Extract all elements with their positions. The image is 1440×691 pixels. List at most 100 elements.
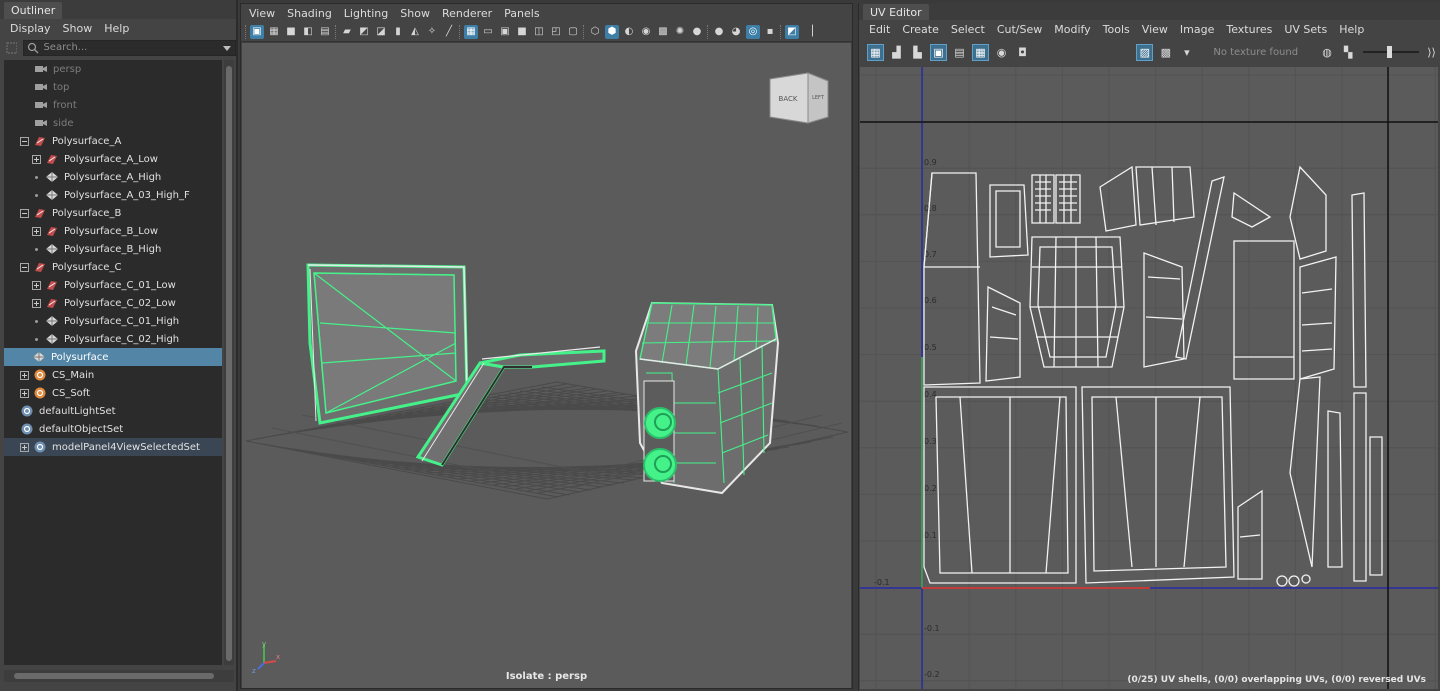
image-icon[interactable]: ▚ [1340,44,1357,61]
menu-cut-sew[interactable]: Cut/Sew [991,23,1048,36]
outliner-item[interactable]: Polysurface_C [4,258,222,276]
select-camera-icon[interactable]: ▣ [250,24,264,39]
menu-show[interactable]: Show [394,7,436,20]
outliner-item[interactable]: Polysurface_A_03_High_F [4,186,222,204]
anti-aliasing-icon[interactable]: ◕ [729,25,743,39]
field-chart-icon[interactable]: ◫ [532,25,546,39]
menu-select[interactable]: Select [945,23,991,36]
outliner-item[interactable]: Polysurface_A [4,132,222,150]
menu-lighting[interactable]: Lighting [338,7,394,20]
camera-attributes-icon[interactable]: ▦ [267,25,281,39]
menu-create[interactable]: Create [896,23,945,36]
distortion-icon[interactable]: ▙ [909,44,926,61]
collapse-icon[interactable] [20,136,29,146]
grid-icon[interactable]: ▤ [318,25,332,39]
uv-editor-tab[interactable]: UV Editor [863,4,929,20]
expand-icon[interactable] [20,388,29,398]
menu-show[interactable]: Show [57,22,99,35]
menu-display[interactable]: Display [4,22,57,35]
expand-icon[interactable] [32,154,41,164]
outliner-item[interactable]: Polysurface_A_Low [4,150,222,168]
resolution-gate-icon[interactable]: ◪ [374,25,388,39]
outliner-horizontal-scrollbar[interactable] [4,670,234,682]
expand-icon[interactable] [20,442,29,452]
xray-joints-icon[interactable]: ▪ [763,25,777,39]
uv-grid-icon[interactable]: ▦ [972,43,989,61]
menu-shading[interactable]: Shading [281,7,338,20]
outliner-item[interactable]: Polysurface_B_Low [4,222,222,240]
outliner-vertical-scrollbar[interactable] [224,60,234,665]
menu-uv-sets[interactable]: UV Sets [1278,23,1333,36]
uv-grid-select-icon[interactable]: ▦ [867,43,884,61]
view-cube-back-label[interactable]: BACK [779,95,798,103]
viewport-scene[interactable]: BACK LEFT y x z Isolate : persp [242,43,851,688]
checker-icon[interactable]: ▩ [1157,44,1174,61]
view-cube-left-label[interactable]: LEFT [812,95,825,101]
expand-icon[interactable] [32,226,41,236]
textured-icon[interactable]: ◉ [639,25,653,39]
collapse-icon[interactable] [20,208,29,218]
menu-view[interactable]: View [1136,23,1174,36]
outliner-tab[interactable]: Outliner [4,2,63,19]
image-display-icon[interactable]: ▨ [1136,43,1154,61]
outliner-item[interactable]: side [4,114,222,132]
overscan-icon[interactable]: ▢ [566,25,580,39]
search-input[interactable] [39,42,230,53]
image-plane-icon[interactable]: ◧ [301,25,315,39]
xray-icon[interactable]: ✧ [425,25,439,39]
snapshot-icon[interactable]: ◘ [1014,44,1031,61]
globe-icon[interactable]: ◍ [1319,44,1336,61]
bookmark-icon[interactable]: ■ [284,25,298,39]
outliner-item[interactable]: Polysurface_A_High [4,168,222,186]
isolate-select-icon[interactable]: ◎ [746,24,760,39]
film-gate-icon[interactable]: ◩ [357,25,371,39]
menu-edit[interactable]: Edit [863,23,896,36]
safe-action-icon[interactable]: ▮ [391,25,405,39]
wireframe-on-shaded-icon[interactable]: ◐ [622,25,636,39]
expand-icon[interactable] [32,280,41,290]
resolution-display-icon[interactable]: ▣ [498,25,512,39]
scrollbar-thumb[interactable] [14,673,214,679]
smooth-shade-icon[interactable]: ⬢ [605,24,619,39]
panel-layout-icon[interactable]: ▕ [802,25,816,39]
scrollbar-thumb[interactable] [226,66,232,661]
drag-handle-icon[interactable] [6,42,18,54]
brush-icon[interactable]: ╱ [442,25,456,39]
outliner-item[interactable]: modelPanel4ViewSelectedSet [4,438,222,456]
outliner-item[interactable]: defaultLightSet [4,402,222,420]
texture-borders-icon[interactable]: ▤ [951,44,968,61]
outliner-item[interactable]: defaultObjectSet [4,420,222,438]
outliner-item[interactable]: Polysurface_C_02_Low [4,294,222,312]
pixel-snap-icon[interactable]: ◉ [993,44,1010,61]
menu-renderer[interactable]: Renderer [436,7,498,20]
outliner-item[interactable]: CS_Soft [4,384,222,402]
xray-active-icon[interactable]: ◩ [785,24,799,39]
shaded-uv-icon[interactable]: ▟ [888,44,905,61]
gate-mask-icon[interactable]: ■ [515,25,529,39]
outliner-item[interactable]: persp [4,60,222,78]
menu-tools[interactable]: Tools [1097,23,1136,36]
menu-help[interactable]: Help [1333,23,1370,36]
view-cube[interactable]: BACK LEFT [769,72,829,124]
chevron-down-icon[interactable]: ▾ [1178,44,1195,61]
exposure-slider[interactable] [1361,45,1419,59]
wireframe-toggle-icon[interactable]: ◭ [408,25,422,39]
menu-help[interactable]: Help [98,22,135,35]
menu-panels[interactable]: Panels [498,7,545,20]
film-gate-display-icon[interactable]: ▭ [481,25,495,39]
outliner-item[interactable]: Polysurface_C_01_Low [4,276,222,294]
outliner-item[interactable]: Polysurface_B_High [4,240,222,258]
outliner-item[interactable]: front [4,96,222,114]
expand-icon[interactable] [20,370,29,380]
grid-display-icon[interactable]: ▦ [464,24,478,39]
expand-icon[interactable] [32,298,41,308]
menu-modify[interactable]: Modify [1048,23,1096,36]
outliner-item[interactable]: Polysurface_B [4,204,222,222]
menu-image[interactable]: Image [1174,23,1220,36]
use-lights-icon[interactable]: ▩ [656,25,670,39]
outliner-item[interactable]: Polysurface_C_02_High [4,330,222,348]
camera-icon[interactable]: ▰ [340,25,354,39]
wireframe-mode-icon[interactable]: ⬡ [588,25,602,39]
outliner-item[interactable]: top [4,78,222,96]
shadows-icon[interactable]: ✺ [673,25,687,39]
